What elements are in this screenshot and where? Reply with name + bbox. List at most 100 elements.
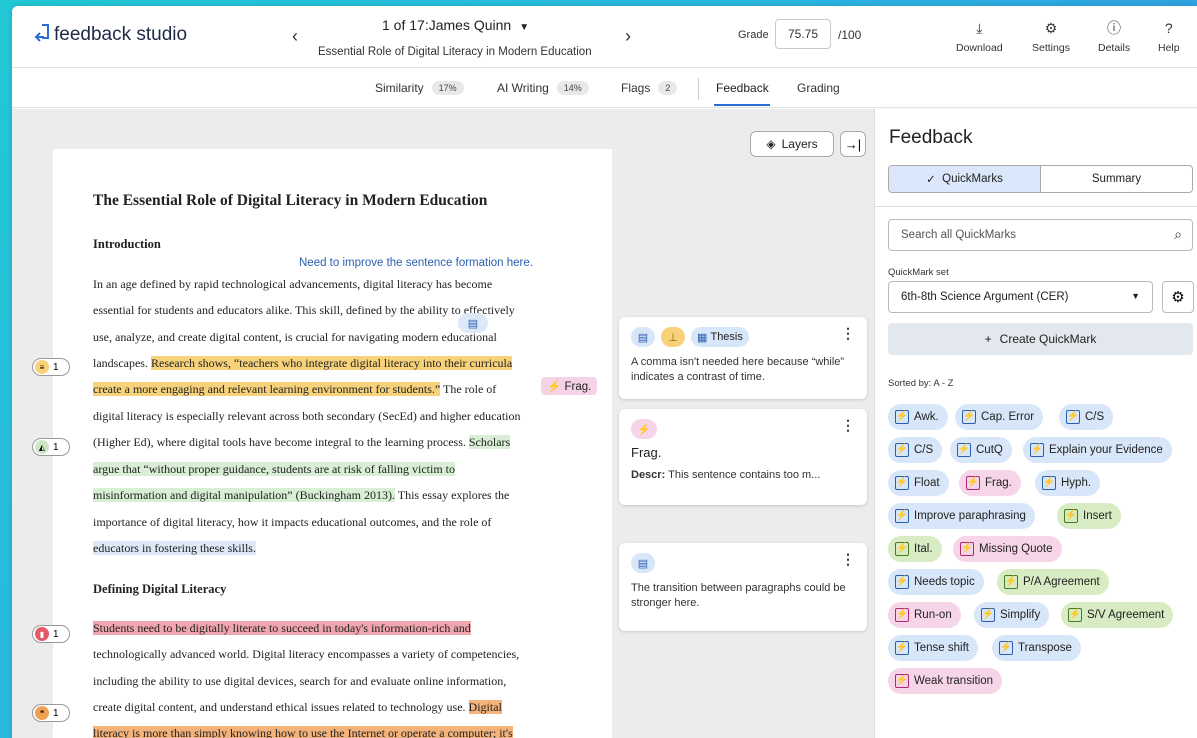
flag-icon: ▮ [35, 627, 49, 641]
frag-tag-label: Frag. [564, 381, 592, 393]
comment-icon[interactable]: ▤ [458, 313, 488, 333]
plus-icon: + [984, 332, 992, 346]
comment-card[interactable]: ▤ ⊥ ▦ Thesis ⋮ A comma isn't needed here… [619, 317, 867, 399]
paper-heading: The Essential Role of Digital Literacy i… [93, 192, 488, 209]
more-options-icon[interactable]: ⋮ [841, 417, 855, 434]
quickmark-chip[interactable]: ⚡ C/S [1059, 404, 1114, 430]
highlight-green[interactable]: argue that “without proper guidance, stu… [93, 462, 456, 476]
grade-input[interactable]: 75.75 [775, 19, 831, 49]
search-icon: ⌕ [1174, 226, 1182, 242]
comment-card[interactable]: ▤ ⋮ The transition between paragraphs co… [619, 543, 867, 631]
paper-page: The Essential Role of Digital Literacy i… [53, 149, 612, 738]
quote-icon: ❝ [35, 706, 49, 720]
descr-label: Descr: [631, 469, 666, 481]
student-selector[interactable]: 1 of 17:James Quinn ▼ [382, 17, 529, 33]
quickmark-icon: ⚡ [1064, 509, 1078, 523]
count-value: 1 [53, 441, 59, 453]
feedback-panel: Feedback ✓ QuickMarks Summary Search all… [874, 109, 1197, 738]
comment-card[interactable]: ⚡ ⋮ Frag. Descr: This sentence contains … [619, 409, 867, 505]
next-student-button[interactable]: › [625, 26, 631, 47]
divider [875, 206, 1197, 207]
quickmark-frag-tag[interactable]: ⚡ Frag. [541, 377, 598, 395]
tab-flags[interactable]: Flags 2 [621, 81, 678, 95]
margin-comment-count[interactable]: ≡ 1 [32, 358, 70, 376]
summary-tab[interactable]: Summary [1041, 166, 1192, 192]
quickmarks-tab-label: QuickMarks [942, 173, 1003, 185]
quickmark-chip[interactable]: ⚡ Frag. [959, 470, 1021, 496]
create-quickmark-button[interactable]: + Create QuickMark [888, 323, 1193, 355]
paper-line: use, analyze, and create digital content… [93, 330, 497, 344]
tab-feedback[interactable]: Feedback [716, 81, 769, 95]
paper-line: (Higher Ed), where digital tools have be… [93, 434, 511, 451]
collapse-panel-button[interactable]: →| [840, 131, 866, 157]
inline-comment[interactable]: Need to improve the sentence formation h… [299, 257, 533, 269]
quickmark-chip[interactable]: ⚡ CutQ [950, 437, 1012, 463]
layers-icon: ◈ [766, 137, 776, 151]
quickmarks-search-input[interactable]: Search all QuickMarks ⌕ [888, 219, 1193, 251]
tab-ai-writing[interactable]: AI Writing 14% [497, 81, 589, 95]
highlight-blue[interactable]: educators in fostering these skills. [93, 541, 256, 555]
quickmark-chip[interactable]: ⚡ Awk. [888, 404, 948, 430]
settings-label: Settings [1032, 42, 1070, 54]
paper-line: create a more engaging and relevant lear… [93, 381, 496, 398]
margin-comment-count[interactable]: ◭ 1 [32, 438, 70, 456]
quickmark-label: Cap. Error [981, 411, 1035, 423]
download-button[interactable]: ⤓ Download [956, 20, 1003, 54]
quickmark-set-select[interactable]: 6th-8th Science Argument (CER) ▼ [888, 281, 1153, 313]
quickmark-chip[interactable]: ⚡ Cap. Error [955, 404, 1044, 430]
highlight-yellow[interactable]: Research shows, “teachers who integrate … [150, 356, 513, 370]
quickmarks-tab[interactable]: ✓ QuickMarks [889, 166, 1041, 192]
quickmark-chip[interactable]: ⚡ Ital. [888, 536, 942, 562]
quickmark-chip[interactable]: ⚡ C/S [888, 437, 943, 463]
quickmark-chip[interactable]: ⚡ Hyph. [1035, 470, 1101, 496]
highlight-red[interactable]: Students need to be digitally literate t… [93, 621, 471, 635]
thesis-tag: ▦ Thesis [691, 327, 749, 347]
grade-label: Grade [738, 29, 769, 41]
rubric-icon: ▦ [697, 331, 708, 344]
quickmark-chip[interactable]: ⚡ Weak transition [888, 668, 1003, 694]
margin-comment-count[interactable]: ▮ 1 [32, 625, 70, 643]
highlight-green[interactable]: Scholars [468, 435, 511, 449]
tab-ai-writing-label: AI Writing [497, 81, 549, 95]
previous-student-button[interactable]: ‹ [292, 26, 298, 47]
gear-icon: ⚙ [1171, 289, 1185, 306]
quickmark-chip[interactable]: ⚡ Simplify [974, 602, 1050, 628]
details-button[interactable]: ⓘ Details [1098, 20, 1130, 54]
graduation-cap-icon: ◭ [35, 440, 49, 454]
quickmark-chip[interactable]: ⚡ Insert [1057, 503, 1121, 529]
quickmark-icon: ⚡ [895, 509, 909, 523]
paper-line: importance of digital literacy, how it i… [93, 515, 492, 529]
quickmark-chip[interactable]: ⚡ Transpose [992, 635, 1081, 661]
quickmark-chip[interactable]: ⚡ Explain your Evidence [1023, 437, 1172, 463]
paper-line: create digital content, and understand e… [93, 699, 502, 716]
quickmark-chip[interactable]: ⚡ P/A Agreement [997, 569, 1109, 595]
highlight-orange[interactable]: Digital [468, 700, 502, 714]
tab-divider [698, 78, 699, 100]
quickmark-chip[interactable]: ⚡ Missing Quote [953, 536, 1062, 562]
layers-button[interactable]: ◈ Layers [750, 131, 834, 157]
card-heading: Frag. [631, 445, 662, 460]
quickmark-set-settings-button[interactable]: ⚙ [1162, 281, 1194, 313]
quickmark-label: C/S [914, 444, 934, 456]
more-options-icon[interactable]: ⋮ [841, 325, 855, 342]
settings-button[interactable]: ⚙ Settings [1032, 20, 1070, 54]
quickmark-chip[interactable]: ⚡ Run-on [888, 602, 961, 628]
highlight-green[interactable]: misinformation and digital manipulation”… [93, 488, 395, 502]
margin-comment-count[interactable]: ❝ 1 [32, 704, 70, 722]
help-button[interactable]: ? Help [1158, 20, 1180, 54]
paper-line: In an age defined by rapid technological… [93, 277, 493, 291]
quickmark-chip[interactable]: ⚡ Tense shift [888, 635, 978, 661]
more-options-icon[interactable]: ⋮ [841, 551, 855, 568]
quickmark-label: Awk. [914, 411, 939, 423]
highlight-yellow[interactable]: create a more engaging and relevant lear… [93, 382, 441, 396]
tab-similarity[interactable]: Similarity 17% [375, 81, 464, 95]
logo: feedback studio [34, 24, 187, 46]
text-run: This essay explores the [394, 488, 510, 502]
quickmark-chip[interactable]: ⚡ S/V Agreement [1061, 602, 1174, 628]
quickmark-chip[interactable]: ⚡ Needs topic [888, 569, 984, 595]
quickmark-chip[interactable]: ⚡ Improve paraphrasing [888, 503, 1035, 529]
quickmark-icon: ⚡ [547, 381, 562, 393]
quickmark-chip[interactable]: ⚡ Float [888, 470, 949, 496]
highlight-orange[interactable]: literacy is more than simply knowing how… [93, 726, 513, 738]
tab-grading[interactable]: Grading [797, 81, 840, 95]
